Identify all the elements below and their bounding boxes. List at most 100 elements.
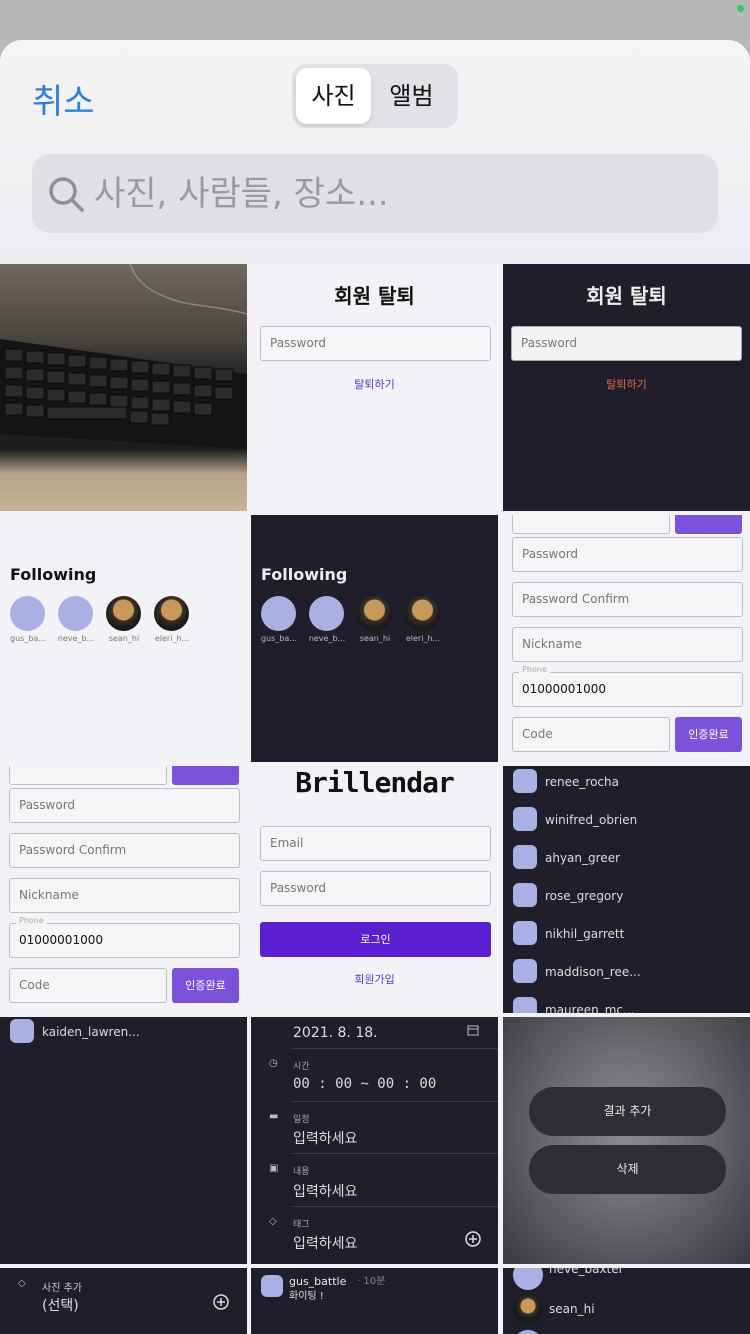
avatar — [10, 596, 45, 631]
username: winifred_obrien — [545, 813, 638, 827]
comment-text: 화이팅 ! — [289, 1291, 324, 1302]
schedule-value: 입력하세요 — [293, 1131, 358, 1147]
username: eleri_h... — [405, 634, 441, 643]
signup-link: 회원가입 — [354, 973, 395, 986]
password-confirm-field: Password Confirm — [9, 833, 240, 868]
divider — [291, 1101, 498, 1102]
segment-albums[interactable]: 앨범 — [374, 68, 449, 124]
following-title: Following — [10, 565, 97, 584]
tag-icon: ◇ — [18, 1278, 26, 1289]
verify-complete-button: 인증완료 — [675, 717, 742, 752]
status-bar — [0, 0, 750, 40]
password-field: Password — [260, 871, 491, 906]
verify-button — [675, 515, 742, 534]
tag-value: 입력하세요 — [293, 1236, 358, 1252]
avatar — [513, 1268, 543, 1290]
keyboard-image — [0, 264, 247, 449]
page-title: 회원 탈퇴 — [586, 284, 667, 308]
photo-keyboard[interactable] — [0, 264, 247, 511]
phone-field: Phone 01000001000 — [9, 915, 240, 958]
picker-header: 취소 사진 앨범 — [0, 40, 750, 264]
divider — [291, 1206, 498, 1207]
screenshot-login[interactable]: Brillendar Email Password 로그인 회원가입 — [251, 766, 498, 1013]
cancel-button[interactable]: 취소 — [32, 74, 95, 123]
add-icon — [465, 1231, 481, 1247]
phone-value: 01000001000 — [19, 933, 103, 947]
add-photo-label: 사진 추가 — [42, 1283, 82, 1294]
username: nikhil_garrett — [545, 927, 625, 941]
schedule-label: 일정 — [293, 1115, 310, 1125]
username: neve_b... — [57, 634, 95, 643]
code-field: Code — [512, 717, 670, 752]
content-value: 입력하세요 — [293, 1184, 358, 1200]
search-bar[interactable] — [32, 154, 718, 233]
calendar-icon — [467, 1025, 479, 1036]
add-icon — [213, 1294, 229, 1310]
recording-indicator — [737, 5, 744, 12]
date-value: 2021. 8. 18. — [293, 1025, 378, 1041]
avatar — [10, 1019, 34, 1043]
nickname-field: Nickname — [9, 878, 240, 913]
username: maureen_mc... — [545, 1003, 635, 1013]
screenshot-user-list[interactable]: renee_rocha winifred_obrien ahyan_greer … — [503, 766, 750, 1013]
email-field — [9, 766, 167, 785]
phone-value: 01000001000 — [522, 682, 606, 696]
segment-photos[interactable]: 사진 — [296, 68, 371, 124]
note-icon: ▣ — [269, 1163, 279, 1174]
clock-icon: ◷ — [269, 1058, 278, 1069]
segmented-control: 사진 앨범 — [292, 64, 458, 128]
time-label: 시간 — [293, 1062, 310, 1072]
phone-label: Phone — [16, 915, 47, 927]
email-field: Email — [260, 826, 491, 861]
username: sean_hi — [359, 634, 391, 643]
add-photo-value: (선택) — [42, 1298, 79, 1314]
screenshot-follower-list[interactable]: neve_baxter sean_hi zoey_nielsen — [503, 1268, 750, 1334]
page-title: 회원 탈퇴 — [334, 284, 415, 308]
username: sean_hi — [549, 1302, 595, 1316]
screenshot-schedule-form[interactable]: 2021. 8. 18. ◷ 시간 00 : 00 ~ 00 : 00 ▬ 일정… — [251, 1017, 498, 1264]
screenshot-following-light[interactable]: Following gus_ba... neve_b... sean_hi el… — [0, 515, 247, 762]
screenshot-user-list-end[interactable]: kaiden_lawren... — [0, 1017, 247, 1264]
screenshot-add-photo[interactable]: ◇ 사진 추가 (선택) — [0, 1268, 247, 1334]
password-confirm-field: Password Confirm — [512, 582, 743, 617]
screenshot-withdraw-dark[interactable]: 회원 탈퇴 Password 탈퇴하기 — [503, 264, 750, 511]
avatar — [513, 1330, 543, 1334]
screenshot-following-dark[interactable]: Following gus_ba... neve_b... sean_hi el… — [251, 515, 498, 762]
avatar — [513, 1294, 543, 1324]
avatar — [513, 921, 537, 945]
avatar — [513, 769, 537, 793]
login-button: 로그인 — [260, 922, 491, 957]
divider — [291, 1048, 498, 1049]
username: ahyan_greer — [545, 851, 621, 865]
avatar — [58, 596, 93, 631]
screenshot-signup-1[interactable]: Password Password Confirm Nickname Phone… — [503, 515, 750, 762]
avatar — [357, 596, 392, 631]
withdraw-link: 탈퇴하기 — [354, 378, 395, 391]
screenshot-action-sheet[interactable]: 결과 추가 삭제 — [503, 1017, 750, 1264]
avatar — [513, 883, 537, 907]
memo-icon: ▬ — [269, 1111, 279, 1122]
screenshot-signup-2[interactable]: Password Password Confirm Nickname Phone… — [0, 766, 247, 1013]
app-logo: Brillendar — [295, 766, 455, 799]
avatar — [513, 997, 537, 1013]
comment-time: · 10분 — [357, 1276, 386, 1287]
avatar — [513, 807, 537, 831]
screenshot-withdraw-light[interactable]: 회원 탈퇴 Password 탈퇴하기 — [251, 264, 498, 511]
password-field: Password — [511, 326, 742, 361]
search-input[interactable] — [94, 168, 694, 220]
screenshot-comment[interactable]: gus_battle · 10분 화이팅 ! — [251, 1268, 498, 1334]
username: gus_ba... — [10, 634, 46, 643]
email-field — [512, 515, 670, 534]
divider — [291, 1153, 498, 1154]
withdraw-link: 탈퇴하기 — [606, 378, 647, 391]
search-icon — [49, 177, 84, 212]
nickname-field: Nickname — [512, 627, 743, 662]
avatar — [261, 1275, 283, 1297]
avatar — [106, 596, 141, 631]
following-title: Following — [261, 565, 348, 584]
tag-label: 태그 — [293, 1220, 310, 1230]
avatar — [309, 596, 344, 631]
avatar — [261, 596, 296, 631]
username: eleri_h... — [154, 634, 190, 643]
password-field: Password — [512, 537, 743, 572]
